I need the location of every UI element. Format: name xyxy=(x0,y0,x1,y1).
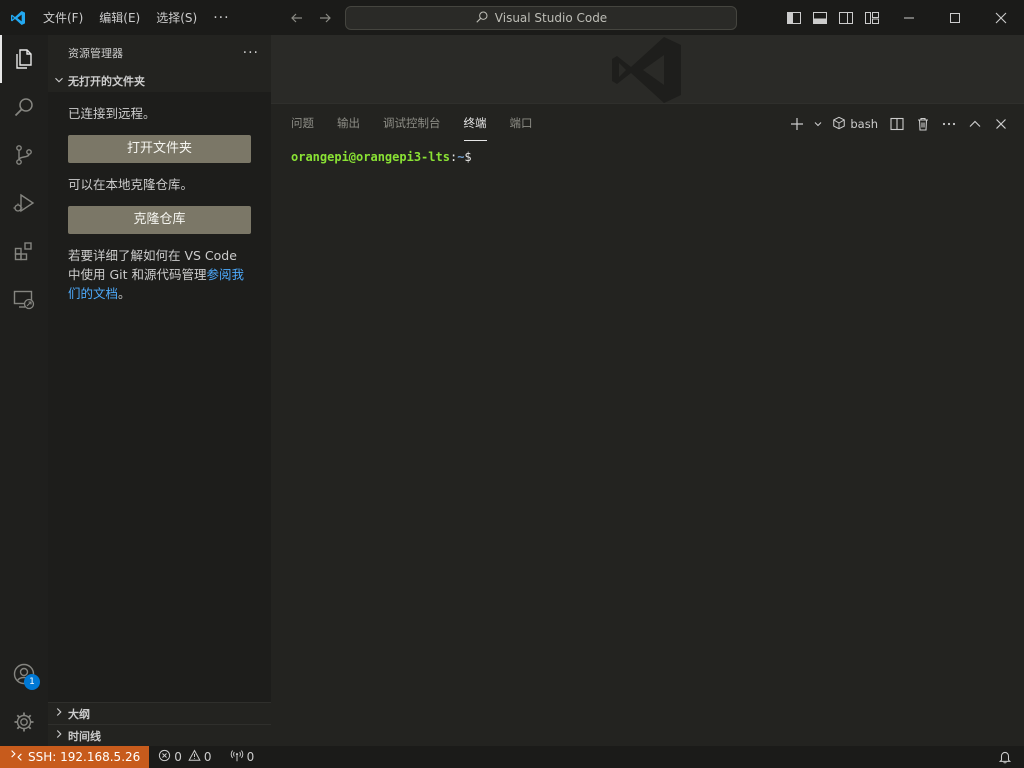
toggle-panel-icon[interactable] xyxy=(809,7,831,29)
clone-hint: 可以在本地克隆仓库。 xyxy=(68,177,194,192)
close-panel-icon[interactable] xyxy=(990,113,1012,135)
error-count: 0 xyxy=(174,750,182,764)
command-center-label: Visual Studio Code xyxy=(494,11,608,25)
error-icon xyxy=(158,749,171,765)
sidebar-more-button[interactable]: ··· xyxy=(243,45,259,61)
terminal-prompt: $ xyxy=(464,150,472,164)
terminal-user-host: orangepi@orangepi3-lts xyxy=(291,150,450,164)
remote-host: SSH: 192.168.5.26 xyxy=(28,750,141,764)
section-title: 无打开的文件夹 xyxy=(68,75,145,88)
activity-bar: 1 xyxy=(0,35,48,746)
menu-file[interactable]: 文件(F) xyxy=(35,6,91,30)
tab-terminal[interactable]: 终端 xyxy=(463,113,487,141)
panel-actions: bash xyxy=(786,113,1012,135)
sidebar-title: 资源管理器 xyxy=(68,46,123,60)
panel-tabs: 问题 输出 调试控制台 终端 端口 xyxy=(271,104,556,144)
menu-edit[interactable]: 编辑(E) xyxy=(91,6,148,30)
docs-message: 若要详细了解如何在 VS Code 中使用 Git 和源代码管理参阅我们的文档。 xyxy=(68,246,251,303)
kill-terminal-trash-icon[interactable] xyxy=(912,113,934,135)
remote-indicator[interactable]: SSH: 192.168.5.26 xyxy=(0,746,150,768)
vscode-watermark-icon xyxy=(612,37,681,103)
outline-section-header[interactable]: 大纲 xyxy=(48,702,271,724)
maximize-icon[interactable] xyxy=(932,0,978,35)
no-folder-welcome: 已连接到远程。 打开文件夹 可以在本地克隆仓库。 克隆仓库 若要详细了解如何在 … xyxy=(48,92,271,702)
warning-icon xyxy=(188,749,201,765)
open-folder-button[interactable]: 打开文件夹 xyxy=(68,135,251,163)
remote-explorer-icon[interactable] xyxy=(0,275,48,323)
outline-title: 大纲 xyxy=(68,707,90,721)
run-and-debug-icon[interactable] xyxy=(0,179,48,227)
menu-selection[interactable]: 选择(S) xyxy=(148,6,205,30)
split-terminal-icon[interactable] xyxy=(886,113,908,135)
terminal-output[interactable]: orangepi@orangepi3-lts:~$ xyxy=(291,150,472,164)
accounts-badge: 1 xyxy=(24,674,40,690)
toggle-primary-sidebar-icon[interactable] xyxy=(783,7,805,29)
sidebar-header: 资源管理器 ··· xyxy=(48,35,271,70)
terminal-panel: 问题 输出 调试控制台 终端 端口 bash orangepi@orangepi… xyxy=(271,103,1024,746)
clone-repository-button[interactable]: 克隆仓库 xyxy=(68,206,251,234)
layout-controls xyxy=(783,0,883,35)
more-actions-icon[interactable] xyxy=(938,113,960,135)
search-activity-icon[interactable] xyxy=(0,83,48,131)
new-terminal-plus-icon[interactable] xyxy=(786,113,808,135)
ports-status[interactable]: 0 xyxy=(225,746,260,768)
ports-count: 0 xyxy=(246,750,255,764)
shell-name: bash xyxy=(850,117,878,131)
minimize-icon[interactable] xyxy=(886,0,932,35)
status-bar: SSH: 192.168.5.26 0 0 0 xyxy=(0,746,1024,768)
accounts-icon[interactable]: 1 xyxy=(0,650,48,698)
navigation-controls xyxy=(286,0,336,35)
explorer-icon[interactable] xyxy=(0,35,48,83)
remote-icon xyxy=(10,749,23,765)
chevron-right-icon xyxy=(52,726,66,745)
tab-problems[interactable]: 问题 xyxy=(291,113,314,135)
editor-area xyxy=(271,35,1024,103)
notifications-bell-icon[interactable] xyxy=(998,746,1012,768)
warning-count: 0 xyxy=(203,750,212,764)
extensions-icon[interactable] xyxy=(0,227,48,275)
go-forward-icon[interactable] xyxy=(314,7,336,29)
chevron-right-icon xyxy=(52,704,66,723)
no-folder-section-header[interactable]: 无打开的文件夹 xyxy=(48,70,271,92)
vscode-logo-icon xyxy=(0,0,35,35)
chevron-down-icon xyxy=(52,72,66,91)
manage-gear-icon[interactable] xyxy=(0,698,48,746)
terminal-shell-icon xyxy=(832,115,846,134)
chevron-down-icon[interactable] xyxy=(812,113,824,135)
tab-ports[interactable]: 端口 xyxy=(510,113,533,135)
connected-message: 已连接到远程。 xyxy=(68,106,156,121)
problems-status[interactable]: 0 0 xyxy=(153,746,216,768)
source-control-icon[interactable] xyxy=(0,131,48,179)
go-back-icon[interactable] xyxy=(286,7,308,29)
window-controls xyxy=(886,0,1024,35)
close-window-icon[interactable] xyxy=(978,0,1024,35)
command-center-search[interactable]: Visual Studio Code xyxy=(345,6,737,30)
timeline-title: 时间线 xyxy=(68,729,101,743)
search-icon xyxy=(475,9,489,28)
title-bar: 文件(F) 编辑(E) 选择(S) ··· Visual Studio Code xyxy=(0,0,1024,35)
tab-debug-console[interactable]: 调试控制台 xyxy=(383,113,441,135)
maximize-panel-icon[interactable] xyxy=(964,113,986,135)
explorer-sidebar: 资源管理器 ··· 无打开的文件夹 已连接到远程。 打开文件夹 可以在本地克隆仓… xyxy=(48,35,271,746)
menu-more-button[interactable]: ··· xyxy=(205,10,237,26)
customize-layout-icon[interactable] xyxy=(861,7,883,29)
docs-text-end: 。 xyxy=(118,286,131,301)
vscode-window: 文件(F) 编辑(E) 选择(S) ··· Visual Studio Code xyxy=(0,0,1024,768)
terminal-shell-selector[interactable]: bash xyxy=(828,113,882,135)
timeline-section-header[interactable]: 时间线 xyxy=(48,724,271,746)
toggle-secondary-sidebar-icon[interactable] xyxy=(835,7,857,29)
tab-output[interactable]: 输出 xyxy=(337,113,360,135)
broadcast-icon xyxy=(230,749,244,766)
menu-bar: 文件(F) 编辑(E) 选择(S) ··· xyxy=(35,0,238,35)
